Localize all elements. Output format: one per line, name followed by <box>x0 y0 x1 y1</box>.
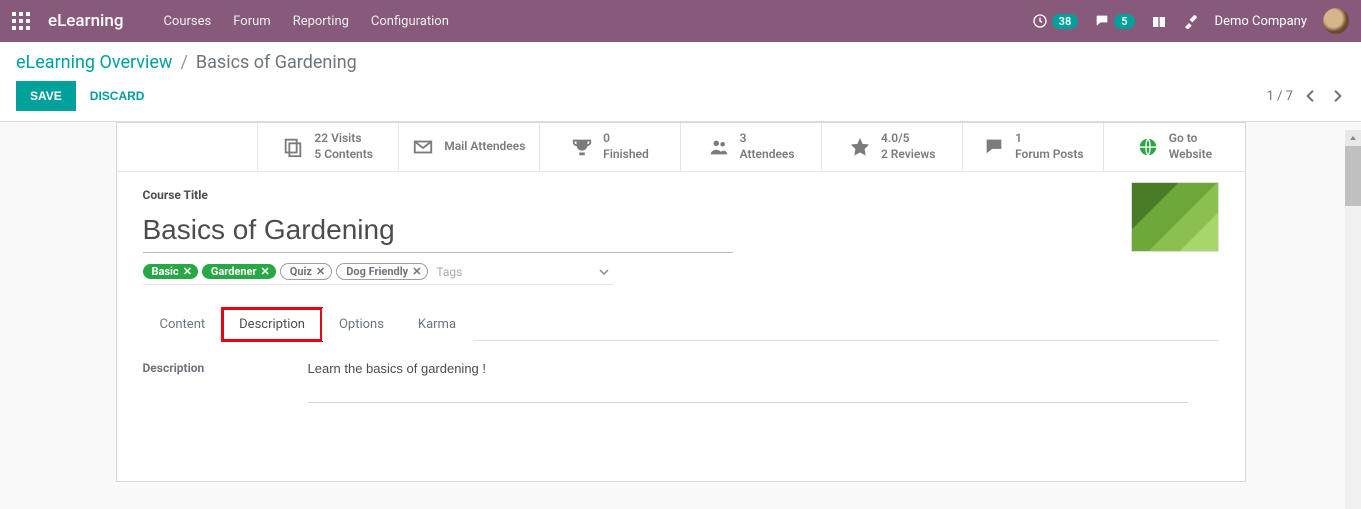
tag-dog-friendly[interactable]: Dog Friendly ✕ <box>336 263 428 280</box>
top-menu: Courses Forum Reporting Configuration <box>163 14 448 29</box>
clock-count: 38 <box>1052 14 1079 29</box>
description-input[interactable] <box>308 361 1188 403</box>
stat-forum-l2: Forum Posts <box>1015 147 1083 163</box>
users-icon <box>708 136 730 158</box>
stat-row: 22 Visits5 Contents Mail Attendees 0Fini… <box>117 123 1245 172</box>
stat-web-l2: Website <box>1169 147 1212 163</box>
gift-icon[interactable] <box>1151 13 1167 29</box>
company-name[interactable]: Demo Company <box>1215 14 1307 29</box>
tag-gardener[interactable]: Gardener ✕ <box>202 264 276 279</box>
stat-website[interactable]: Go toWebsite <box>1104 123 1244 171</box>
avatar[interactable] <box>1323 8 1349 34</box>
save-button[interactable]: Save <box>16 81 76 111</box>
stat-finished[interactable]: 0Finished <box>540 123 681 171</box>
pager: 1 / 7 <box>1267 88 1345 104</box>
title-label: Course Title <box>143 188 1219 202</box>
trophy-icon <box>571 136 593 158</box>
breadcrumb: eLearning Overview / Basics of Gardening <box>16 52 1345 73</box>
stat-spacer <box>117 123 258 171</box>
apps-icon[interactable] <box>12 12 30 30</box>
wrench-icon[interactable] <box>1183 13 1199 29</box>
action-row: Save Discard 1 / 7 <box>16 81 1345 121</box>
star-icon <box>849 136 871 158</box>
stat-visits-l1: 22 Visits <box>314 131 373 147</box>
stat-att-l1: 3 <box>740 131 795 147</box>
tag-remove-icon[interactable]: ✕ <box>183 265 192 278</box>
course-image[interactable] <box>1131 182 1219 252</box>
breadcrumb-current: Basics of Gardening <box>196 52 357 73</box>
stat-reviews[interactable]: 4.0/52 Reviews <box>822 123 963 171</box>
copy-icon <box>282 136 304 158</box>
tab-description[interactable]: Description <box>222 308 322 341</box>
tag-remove-icon[interactable]: ✕ <box>261 265 270 278</box>
tab-content[interactable]: Content <box>143 308 223 341</box>
comment-icon <box>983 136 1005 158</box>
stat-attendees[interactable]: 3Attendees <box>681 123 822 171</box>
breadcrumb-bar: eLearning Overview / Basics of Gardening… <box>0 42 1361 122</box>
chevron-down-icon[interactable] <box>599 267 609 277</box>
tags-placeholder: Tags <box>436 265 612 279</box>
chat-icon <box>1094 13 1110 29</box>
pager-next-icon[interactable] <box>1329 88 1345 104</box>
content-area: 22 Visits5 Contents Mail Attendees 0Fini… <box>0 122 1361 482</box>
chat-count: 5 <box>1114 14 1134 29</box>
tag-remove-icon[interactable]: ✕ <box>316 265 325 278</box>
vertical-scrollbar[interactable] <box>1345 130 1361 509</box>
tag-remove-icon[interactable]: ✕ <box>412 265 421 278</box>
stat-finished-l2: Finished <box>603 147 649 163</box>
description-row: Description <box>143 361 1219 403</box>
tag-quiz[interactable]: Quiz ✕ <box>280 263 332 280</box>
menu-courses[interactable]: Courses <box>163 14 211 29</box>
stat-rev-l1: 4.0/5 <box>881 131 935 147</box>
stat-forum-l1: 1 <box>1015 131 1083 147</box>
stat-forum[interactable]: 1Forum Posts <box>963 123 1104 171</box>
sheet-body: Course Title Basic ✕ Gardener ✕ Quiz ✕ D… <box>117 172 1245 443</box>
envelope-icon <box>412 136 434 158</box>
topbar-right: 38 5 Demo Company <box>1032 8 1349 34</box>
breadcrumb-root[interactable]: eLearning Overview <box>16 52 172 73</box>
stat-finished-l1: 0 <box>603 131 649 147</box>
menu-forum[interactable]: Forum <box>233 14 270 29</box>
stat-web-l1: Go to <box>1169 131 1212 147</box>
stat-att-l2: Attendees <box>740 147 795 163</box>
topbar: eLearning Courses Forum Reporting Config… <box>0 0 1361 42</box>
menu-configuration[interactable]: Configuration <box>371 14 449 29</box>
scrollbar-thumb[interactable] <box>1345 146 1361 206</box>
globe-icon <box>1137 136 1159 158</box>
tab-karma[interactable]: Karma <box>401 308 473 341</box>
clock-badge[interactable]: 38 <box>1032 13 1079 29</box>
stat-mail[interactable]: Mail Attendees <box>399 123 540 171</box>
tab-options[interactable]: Options <box>322 308 401 341</box>
course-title-input[interactable] <box>143 212 733 253</box>
scroll-up-icon[interactable] <box>1345 130 1361 146</box>
clock-icon <box>1032 13 1048 29</box>
stat-visits-l2: 5 Contents <box>314 147 373 163</box>
tag-basic[interactable]: Basic ✕ <box>143 264 198 279</box>
tabs: Content Description Options Karma <box>143 307 1219 341</box>
breadcrumb-sep: / <box>180 52 187 73</box>
stat-visits[interactable]: 22 Visits5 Contents <box>258 123 399 171</box>
form-sheet: 22 Visits5 Contents Mail Attendees 0Fini… <box>116 122 1246 482</box>
discard-button[interactable]: Discard <box>90 89 145 103</box>
pager-prev-icon[interactable] <box>1303 88 1319 104</box>
app-title[interactable]: eLearning <box>48 11 123 31</box>
chat-badge[interactable]: 5 <box>1094 13 1134 29</box>
pager-text: 1 / 7 <box>1267 89 1293 104</box>
stat-mail-l1: Mail Attendees <box>444 139 525 155</box>
description-label: Description <box>143 361 218 403</box>
menu-reporting[interactable]: Reporting <box>293 14 349 29</box>
tags-field[interactable]: Basic ✕ Gardener ✕ Quiz ✕ Dog Friendly ✕… <box>143 263 613 285</box>
stat-rev-l2: 2 Reviews <box>881 147 935 163</box>
